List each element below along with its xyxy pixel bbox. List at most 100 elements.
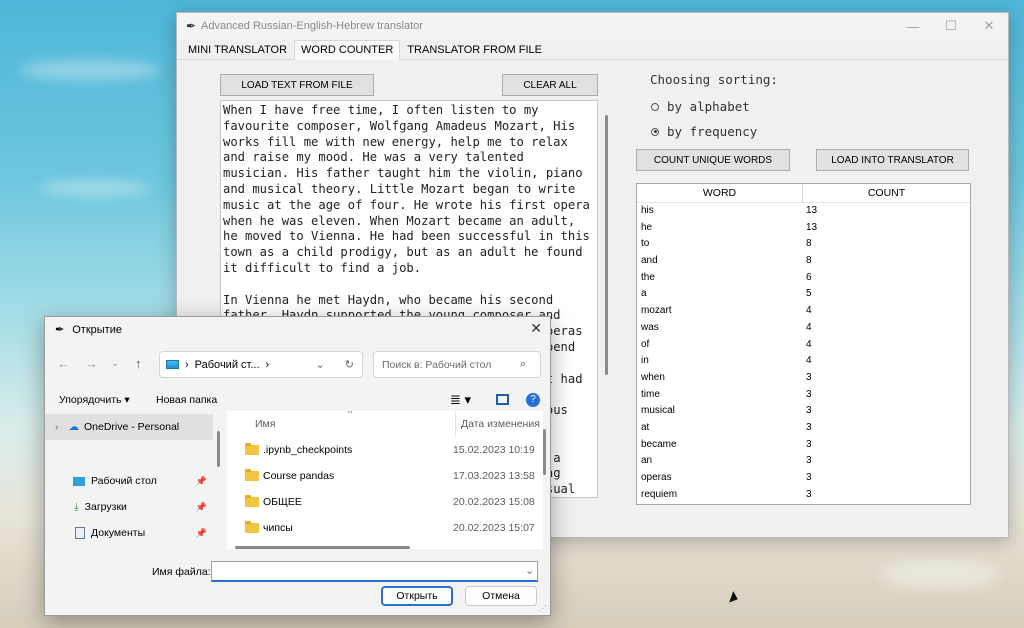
- sidebar-label: Загрузки: [84, 501, 127, 513]
- filename-input[interactable]: [211, 561, 538, 582]
- table-row[interactable]: requiem 3: [637, 487, 970, 504]
- breadcrumb-separator: ›: [185, 358, 189, 371]
- sidebar-item-documents[interactable]: Документы 📌: [45, 520, 213, 546]
- tab-word-counter[interactable]: WORD COUNTER: [294, 40, 401, 60]
- filename-label: Имя файла:: [152, 566, 211, 578]
- column-header-count[interactable]: COUNT: [803, 184, 970, 202]
- table-row[interactable]: and 8: [637, 253, 970, 270]
- resize-grip-icon[interactable]: ⋰: [539, 604, 547, 613]
- file-row[interactable]: ОБЩЕЕ 20.02.2023 15:08: [227, 489, 543, 515]
- pin-icon: 📌: [195, 475, 207, 486]
- new-folder-button[interactable]: Новая папка: [156, 394, 217, 406]
- chevron-right-icon[interactable]: ›: [55, 421, 59, 433]
- table-row[interactable]: his 13: [637, 203, 970, 220]
- cell-word: musical: [641, 405, 675, 417]
- maximize-button[interactable]: ☐: [932, 13, 970, 39]
- column-header-date[interactable]: Дата изменения: [461, 418, 540, 430]
- cell-word: a: [641, 288, 647, 300]
- table-row[interactable]: he 13: [637, 220, 970, 237]
- tab-translator-from-file[interactable]: TRANSLATOR FROM FILE: [400, 40, 549, 60]
- background-wave: [20, 60, 160, 80]
- radio-by-alphabet[interactable]: by alphabet: [651, 99, 750, 114]
- preview-pane-icon[interactable]: [496, 394, 509, 405]
- file-date: 20.02.2023 15:07: [453, 522, 535, 534]
- column-header-name[interactable]: Имя: [255, 418, 275, 430]
- file-name: ОБЩЕЕ: [263, 496, 302, 508]
- clear-all-button[interactable]: CLEAR ALL: [502, 74, 598, 96]
- navigation-pane: › ☁ OneDrive - Personal Рабочий стол 📌 ⤓…: [45, 411, 215, 553]
- column-header-word[interactable]: WORD: [637, 184, 803, 202]
- table-row[interactable]: time 3: [637, 387, 970, 404]
- cell-count: 4: [806, 338, 812, 350]
- back-arrow-icon[interactable]: ←: [57, 356, 70, 371]
- view-menu-icon[interactable]: ≣ ▾: [450, 392, 471, 408]
- cell-count: 3: [806, 455, 812, 467]
- chevron-down-icon[interactable]: ⌄: [316, 358, 325, 371]
- sidebar-item-onedrive[interactable]: › ☁ OneDrive - Personal: [45, 414, 213, 440]
- cell-count: 3: [806, 438, 812, 450]
- close-button[interactable]: ✕: [970, 13, 1008, 39]
- address-bar[interactable]: › Рабочий ст... › ⌄ ↻: [159, 351, 363, 378]
- file-row[interactable]: чипсы 20.02.2023 15:07: [227, 515, 543, 541]
- table-row[interactable]: an 3: [637, 453, 970, 470]
- table-row[interactable]: to 8: [637, 236, 970, 253]
- organize-button[interactable]: Упорядочить ▾: [59, 394, 130, 406]
- radio-by-frequency[interactable]: by frequency: [651, 124, 757, 139]
- table-row[interactable]: in 4: [637, 353, 970, 370]
- sidebar-item-downloads[interactable]: ⤓ Загрузки 📌: [45, 494, 213, 520]
- cell-count: 3: [806, 472, 812, 483]
- refresh-icon[interactable]: ↻: [345, 358, 354, 371]
- forward-arrow-icon[interactable]: →: [85, 356, 98, 371]
- cloud-icon: ☁: [68, 421, 80, 433]
- load-into-translator-button[interactable]: LOAD INTO TRANSLATOR: [816, 149, 969, 171]
- table-row[interactable]: musical 3: [637, 403, 970, 420]
- file-name: чипсы: [263, 522, 293, 534]
- file-list-hscrollbar[interactable]: [235, 546, 410, 549]
- file-name: Course pandas: [263, 470, 335, 482]
- table-row[interactable]: was 4: [637, 320, 970, 337]
- cell-word: and: [641, 255, 658, 267]
- mouse-pointer-icon: [729, 591, 740, 605]
- table-row[interactable]: mozart 4: [637, 303, 970, 320]
- file-row[interactable]: .ipynb_checkpoints 15.02.2023 10:19: [227, 437, 543, 463]
- load-text-button[interactable]: LOAD TEXT FROM FILE: [220, 74, 374, 96]
- table-row[interactable]: of 4: [637, 337, 970, 354]
- chevron-down-icon[interactable]: ⌄: [111, 358, 119, 369]
- table-row[interactable]: when 3: [637, 370, 970, 387]
- cancel-button[interactable]: Отмена: [465, 586, 537, 606]
- search-input[interactable]: Поиск в: Рабочий стол: [373, 351, 541, 378]
- cell-word: when: [641, 371, 665, 383]
- dialog-close-button[interactable]: ✕: [530, 320, 542, 337]
- file-date: 17.03.2023 13:58: [453, 470, 535, 482]
- radio-label: by alphabet: [667, 99, 750, 114]
- folder-icon: [245, 495, 259, 507]
- desktop-icon: [166, 360, 179, 369]
- sidebar-scrollbar[interactable]: [217, 431, 220, 467]
- cell-count: 4: [806, 321, 812, 333]
- file-list-vscrollbar[interactable]: [543, 429, 546, 475]
- open-button[interactable]: Открыть: [381, 586, 453, 606]
- cell-word: an: [641, 455, 653, 467]
- minimize-button[interactable]: —: [894, 13, 932, 39]
- count-unique-button[interactable]: COUNT UNIQUE WORDS: [636, 149, 790, 171]
- table-row[interactable]: at 3: [637, 420, 970, 437]
- chevron-down-icon[interactable]: ⌄: [525, 564, 534, 577]
- text-scrollbar[interactable]: [605, 115, 608, 375]
- cell-word: became: [641, 438, 677, 450]
- organize-label: Упорядочить: [59, 394, 122, 406]
- file-row[interactable]: Course pandas 17.03.2023 13:58: [227, 463, 543, 489]
- tab-mini-translator[interactable]: MINI TRANSLATOR: [181, 40, 294, 60]
- folder-icon: [245, 521, 259, 533]
- table-row[interactable]: the 6: [637, 270, 970, 287]
- table-row[interactable]: became 3: [637, 437, 970, 454]
- up-arrow-icon[interactable]: ↑: [135, 356, 142, 371]
- help-icon[interactable]: ?: [526, 393, 540, 407]
- feather-icon: ✒: [55, 324, 65, 336]
- cell-word: the: [641, 271, 655, 283]
- sidebar-item-desktop[interactable]: Рабочий стол 📌: [45, 468, 213, 494]
- title-bar: ✒ Advanced Russian-English-Hebrew transl…: [177, 13, 1008, 40]
- sidebar-label: OneDrive - Personal: [84, 421, 180, 433]
- table-row[interactable]: operas 3: [637, 470, 970, 487]
- table-row[interactable]: a5: [637, 286, 970, 303]
- cell-word: at: [641, 421, 650, 433]
